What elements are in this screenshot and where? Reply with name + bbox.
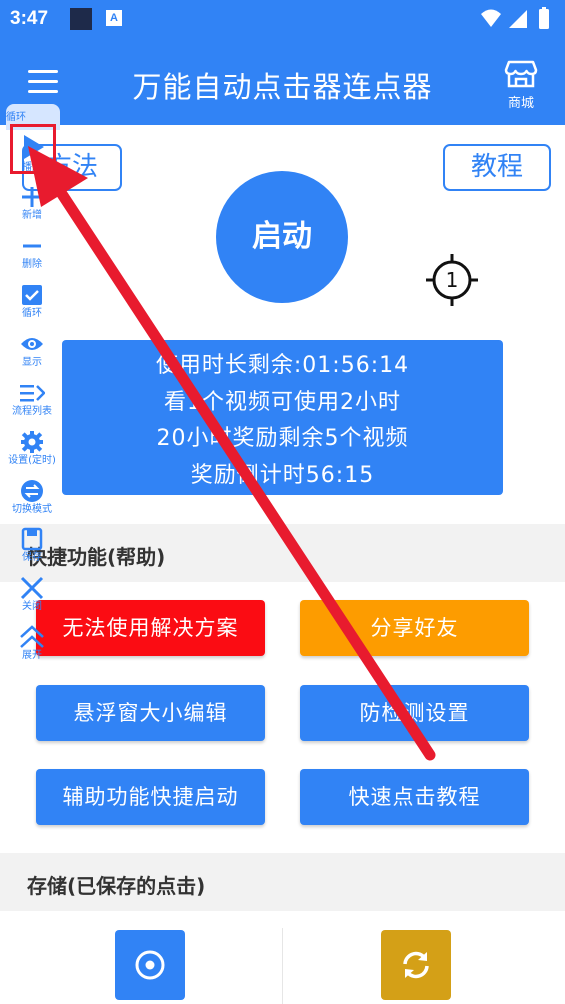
floatbar-expand-label: 展开 [22, 650, 42, 661]
floatbar-save[interactable]: 保存 [4, 526, 60, 564]
minus-icon [23, 244, 41, 248]
store-icon [504, 60, 538, 88]
store-button[interactable]: 商城 [498, 54, 544, 112]
gear-icon [21, 431, 43, 453]
store-label: 商城 [507, 96, 534, 111]
floatbar-settings[interactable]: 设置(定时) [4, 429, 60, 467]
refresh-icon [403, 951, 429, 979]
cannot-use-solution-button[interactable]: 无法使用解决方案 [36, 600, 265, 656]
floatbar-expand[interactable]: 展开 [4, 624, 60, 662]
quick-click-tutorial-button[interactable]: 快速点击教程 [300, 769, 529, 825]
floatbar-add[interactable]: 新增 [4, 184, 60, 222]
close-icon [20, 576, 44, 600]
anti-detection-settings-button[interactable]: 防检测设置 [300, 685, 529, 741]
play-highlight-box [10, 124, 56, 174]
floatbar-show[interactable]: 显示 [4, 331, 60, 369]
switch-icon [21, 480, 43, 502]
floatbar-delete[interactable]: 删除 [4, 233, 60, 271]
tile-divider [282, 928, 283, 1004]
usage-info-box: 使用时长剩余:01:56:14 看1个视频可使用2小时 20小时奖励剩余5个视频… [62, 340, 503, 495]
eye-icon [21, 338, 43, 350]
storage-section-title: 存储(已保存的点击) [27, 874, 206, 898]
storage-section-header: 存储(已保存的点击) [0, 853, 565, 911]
video-reward-text: 看1个视频可使用2小时 [164, 389, 401, 415]
crosshair-target-icon[interactable]: 1 [426, 254, 478, 306]
floatbar-loop-label: 循环 [22, 308, 42, 319]
target-number: 1 [446, 268, 459, 292]
tutorial-button[interactable]: 教程 [443, 144, 551, 191]
plus-icon [22, 187, 42, 207]
saved-click-tile-1[interactable] [115, 930, 185, 1000]
floatbar-delete-label: 删除 [22, 259, 42, 270]
app-bar: 3:47 A 万能自动点击器连点器 商城 [0, 0, 565, 125]
status-icons [481, 7, 549, 29]
floatbar-process-list[interactable]: 流程列表 [4, 380, 60, 418]
accessibility-quick-start-button[interactable]: 辅助功能快捷启动 [36, 769, 265, 825]
signal-icon [509, 10, 527, 28]
floatbar-top-label: 循环 [6, 112, 26, 123]
reward-countdown-text: 奖励倒计时56:15 [190, 462, 375, 488]
float-window-size-button[interactable]: 悬浮窗大小编辑 [36, 685, 265, 741]
remaining-time-text: 使用时长剩余:01:56:14 [155, 353, 410, 378]
reward-remaining-text: 20小时奖励剩余5个视频 [156, 426, 409, 451]
wifi-icon [481, 9, 501, 27]
floatbar-show-label: 显示 [22, 357, 42, 368]
shortcut-section-header: 快捷功能(帮助) [0, 524, 565, 582]
saved-click-tile-2[interactable] [381, 930, 451, 1000]
notification-square-icon [70, 8, 92, 30]
floatbar-loop[interactable]: 循环 [4, 282, 60, 320]
status-time: 3:47 [10, 8, 49, 29]
floatbar-close-label: 关闭 [22, 601, 42, 612]
double-chevron-up-icon [20, 625, 44, 648]
floating-toolbar: 循环 播放 新增 删除 循环 显示 流程列表 设置(定时) 切换模式 保存 关闭… [4, 104, 60, 670]
floatbar-add-label: 新增 [22, 210, 42, 221]
record-icon [135, 950, 165, 980]
floatbar-switch-label: 切换模式 [12, 504, 52, 515]
floatbar-switch-mode[interactable]: 切换模式 [4, 478, 60, 516]
floatbar-save-label: 保存 [22, 552, 42, 563]
battery-icon [539, 9, 549, 29]
save-icon [21, 527, 43, 551]
floatbar-close[interactable]: 关闭 [4, 575, 60, 613]
checkbox-icon [22, 285, 42, 305]
floatbar-settings-label: 设置(定时) [8, 455, 56, 466]
app-title: 万能自动点击器连点器 [132, 70, 433, 104]
share-friends-button[interactable]: 分享好友 [300, 600, 529, 656]
notification-a-icon: A [106, 10, 122, 26]
floatbar-process-label: 流程列表 [12, 406, 52, 417]
list-icon [20, 385, 45, 402]
start-button[interactable]: 启动 [216, 171, 348, 303]
